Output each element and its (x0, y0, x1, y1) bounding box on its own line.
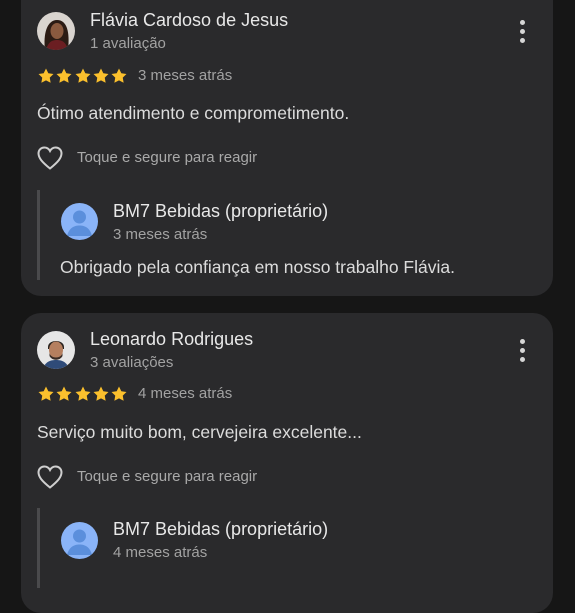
review-card: Flávia Cardoso de Jesus 1 avaliação 3 me… (21, 0, 553, 296)
react-button[interactable]: Toque e segure para reagir (36, 145, 296, 171)
review-age: 4 meses atrás (138, 385, 233, 402)
reply-divider (37, 190, 40, 280)
react-button[interactable]: Toque e segure para reagir (36, 464, 296, 490)
owner-reply-age: 3 meses atrás (113, 226, 208, 243)
star-icon (37, 67, 55, 85)
reply-divider (37, 508, 40, 588)
heart-outline-icon (37, 465, 63, 489)
owner-name: BM7 Bebidas (proprietário) (113, 519, 329, 539)
owner-name: BM7 Bebidas (proprietário) (113, 201, 329, 221)
star-rating (37, 67, 128, 85)
more-options-icon[interactable] (519, 20, 525, 44)
review-count: 3 avaliações (90, 354, 174, 371)
react-label: Toque e segure para reagir (77, 149, 258, 166)
reviewer-name[interactable]: Leonardo Rodrigues (90, 329, 253, 350)
star-icon (37, 385, 55, 403)
owner-avatar-icon (61, 203, 98, 240)
review-card: Leonardo Rodrigues 3 avaliações 4 meses … (21, 313, 553, 613)
star-rating (37, 385, 128, 403)
reviewer-avatar[interactable] (37, 331, 75, 369)
star-icon (92, 385, 110, 403)
owner-avatar-icon (61, 522, 98, 559)
review-count: 1 avaliação (90, 35, 166, 52)
heart-outline-icon (37, 146, 63, 170)
more-options-icon[interactable] (519, 339, 525, 363)
star-icon (110, 385, 128, 403)
star-icon (74, 385, 92, 403)
star-icon (55, 385, 73, 403)
star-icon (92, 67, 110, 85)
reviewer-avatar[interactable] (37, 12, 75, 50)
reviewer-name[interactable]: Flávia Cardoso de Jesus (90, 10, 288, 31)
star-icon (110, 67, 128, 85)
review-age: 3 meses atrás (138, 67, 233, 84)
react-label: Toque e segure para reagir (77, 468, 258, 485)
owner-reply-age: 4 meses atrás (113, 544, 208, 561)
star-icon (55, 67, 73, 85)
review-text: Serviço muito bom, cervejeira excelente.… (37, 422, 362, 442)
owner-reply-text: Obrigado pela confiança em nosso trabalh… (60, 257, 455, 277)
star-icon (74, 67, 92, 85)
review-text: Ótimo atendimento e comprometimento. (37, 103, 350, 123)
